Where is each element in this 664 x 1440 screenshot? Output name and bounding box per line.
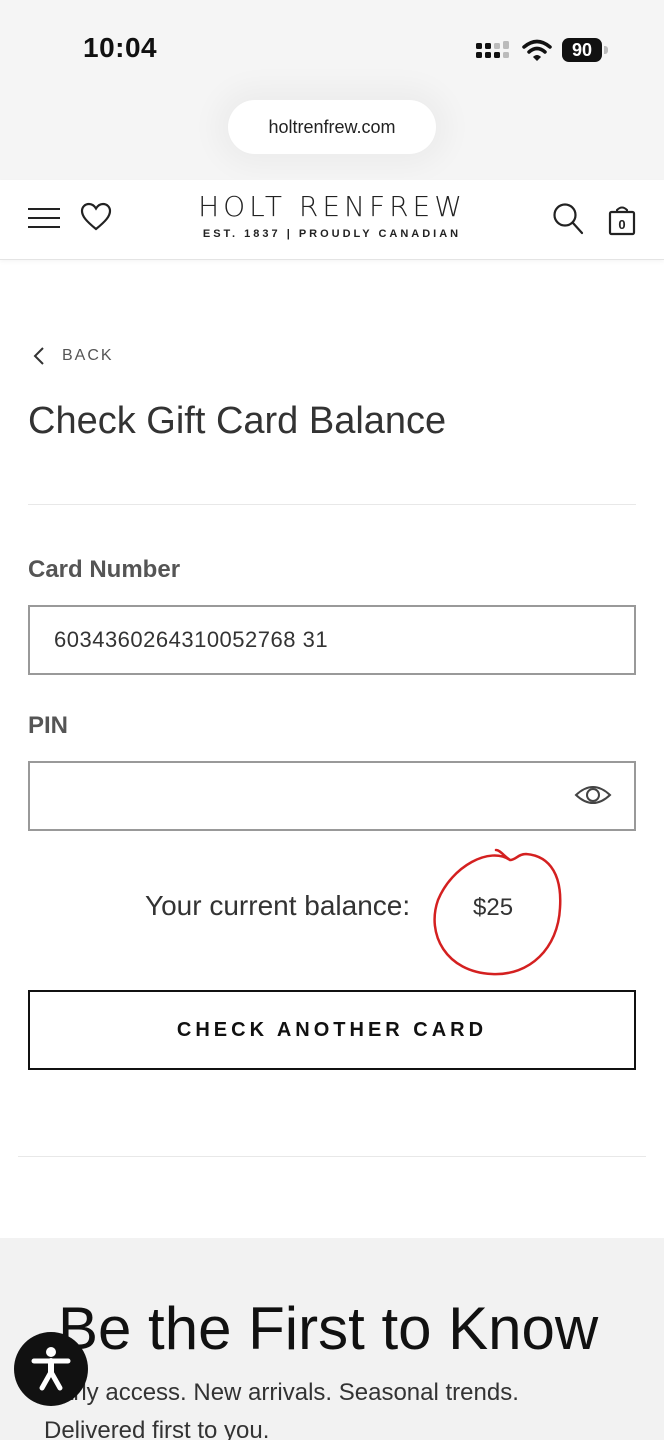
search-icon[interactable] — [552, 202, 584, 236]
battery-level: 90 — [562, 38, 602, 62]
balance-row: Your current balance: $25 — [0, 888, 664, 928]
logo-main-text: HOLT RENFREW — [198, 190, 466, 223]
heart-icon[interactable] — [80, 202, 112, 232]
divider — [18, 1156, 646, 1157]
check-another-card-button[interactable]: CHECK ANOTHER CARD — [28, 990, 636, 1070]
cellular-signal-icon — [476, 41, 509, 58]
site-header: HOLT RENFREW EST. 1837 | PROUDLY CANADIA… — [0, 180, 664, 260]
holt-renfrew-logo[interactable]: HOLT RENFREW EST. 1837 | PROUDLY CANADIA… — [190, 190, 474, 240]
pin-input[interactable] — [28, 761, 636, 831]
card-number-label: Card Number — [28, 556, 181, 583]
balance-label: Your current balance: — [145, 890, 411, 921]
logo-tagline: EST. 1837 | PROUDLY CANADIAN — [202, 228, 462, 240]
browser-url-area: holtrenfrew.com — [0, 96, 664, 180]
back-label: BACK — [62, 347, 114, 364]
eye-icon[interactable] — [574, 783, 612, 807]
status-bar: 10:04 90 — [0, 0, 664, 96]
chevron-left-icon — [33, 347, 44, 365]
url-bar[interactable]: holtrenfrew.com — [228, 100, 436, 154]
card-number-value: 6034360264310052768 31 — [54, 627, 329, 652]
page-title: Check Gift Card Balance — [28, 400, 447, 442]
newsletter-section: Be the First to Know Early access. New a… — [0, 1238, 664, 1440]
back-link[interactable]: BACK — [32, 344, 114, 368]
battery-icon: 90 — [562, 38, 608, 62]
cart-count: 0 — [618, 217, 625, 232]
accessibility-button[interactable] — [14, 1332, 88, 1406]
divider — [28, 504, 636, 505]
wifi-icon — [522, 39, 552, 61]
newsletter-text: Early access. New arrivals. Seasonal tre… — [44, 1379, 519, 1440]
pin-label: PIN — [28, 712, 69, 739]
card-number-input[interactable]: 6034360264310052768 31 — [28, 605, 636, 675]
shopping-bag-icon[interactable]: 0 — [608, 204, 636, 236]
hamburger-menu-icon[interactable] — [28, 208, 60, 228]
status-time: 10:04 — [83, 32, 158, 63]
newsletter-title: Be the First to Know — [58, 1295, 599, 1362]
red-annotation-circle — [433, 848, 562, 976]
accessibility-icon — [31, 1347, 71, 1391]
